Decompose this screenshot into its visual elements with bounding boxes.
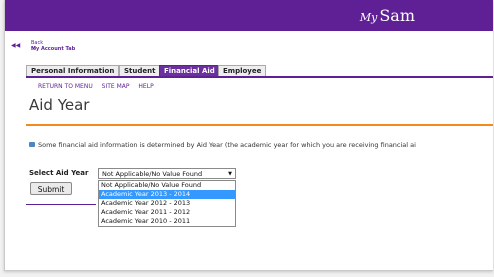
nav-links: RETURN TO MENU SITE MAP HELP xyxy=(38,83,161,90)
aid-year-select[interactable]: Not Applicable/No Value Found ▼ xyxy=(98,168,236,179)
back-link-line2: My Account Tab xyxy=(31,46,76,52)
browser-frame: My Sam ◀◀ Back to My Account Tab Personal… xyxy=(4,0,493,271)
dropdown-option-highlighted[interactable]: Academic Year 2013 - 2014 xyxy=(99,190,235,199)
aid-year-dropdown-list: Not Applicable/No Value Found Academic Y… xyxy=(98,180,236,227)
brand-prefix: My xyxy=(359,11,378,24)
dropdown-option[interactable]: Not Applicable/No Value Found xyxy=(99,181,235,190)
site-map-link[interactable]: SITE MAP xyxy=(102,83,130,90)
info-icon xyxy=(29,142,35,147)
orange-divider xyxy=(26,124,493,126)
submit-button[interactable]: Submit xyxy=(30,182,72,195)
brand-name: Sam xyxy=(379,6,415,25)
aid-year-selected-value: Not Applicable/No Value Found xyxy=(102,170,203,178)
chevron-down-icon: ▼ xyxy=(228,171,232,177)
dropdown-option[interactable]: Academic Year 2011 - 2012 xyxy=(99,208,235,217)
page-title: Aid Year xyxy=(29,96,90,114)
back-arrow-icon: ◀◀ xyxy=(11,42,21,49)
bottom-divider xyxy=(26,204,96,205)
info-message: Some financial aid information is determ… xyxy=(29,141,416,149)
tab-underline xyxy=(26,76,493,78)
aid-year-label: Select Aid Year xyxy=(29,169,89,177)
dropdown-option[interactable]: Academic Year 2010 - 2011 xyxy=(99,217,235,226)
header-banner: My Sam xyxy=(5,0,493,31)
help-link[interactable]: HELP xyxy=(138,83,153,90)
brand-logo: My Sam xyxy=(360,6,415,25)
return-to-menu-link[interactable]: RETURN TO MENU xyxy=(38,83,93,90)
info-text: Some financial aid information is determ… xyxy=(38,141,416,149)
dropdown-option[interactable]: Academic Year 2012 - 2013 xyxy=(99,199,235,208)
